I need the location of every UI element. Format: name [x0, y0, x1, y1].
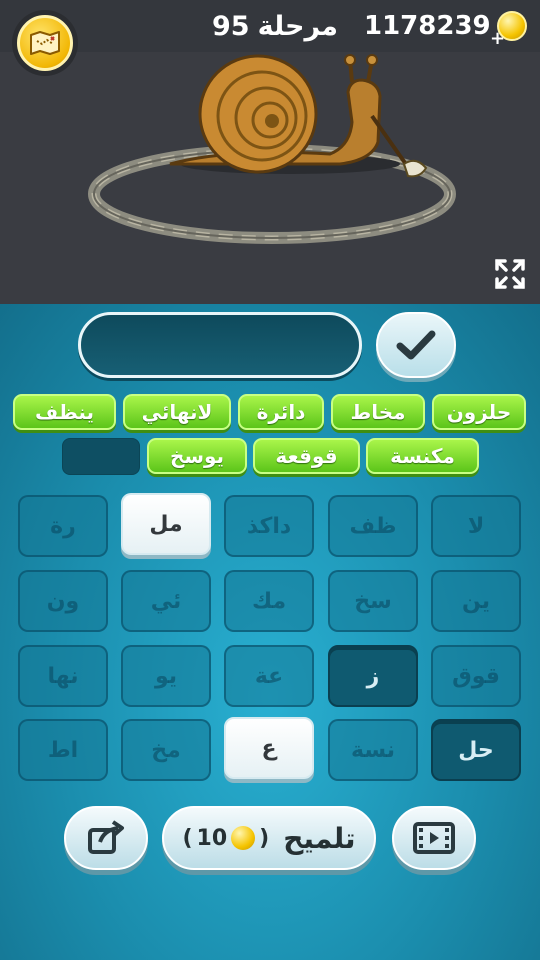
letter-tile[interactable]: ين — [431, 570, 521, 632]
film-icon — [413, 822, 455, 854]
level-indicator: مرحلة 95 — [212, 6, 338, 46]
hint-label: تلميح — [283, 821, 356, 855]
level-number: 95 — [212, 10, 250, 42]
letter-tile[interactable]: ون — [18, 570, 108, 632]
snail-illustration — [88, 54, 456, 244]
found-word: يوسخ — [147, 438, 247, 474]
found-word: مكنسة — [366, 438, 479, 474]
letter-tile[interactable]: سخ — [328, 570, 418, 632]
hint-cost-value: 10 — [196, 825, 228, 851]
letter-tile[interactable]: لا — [431, 495, 521, 557]
share-button[interactable] — [64, 806, 148, 870]
letter-tile[interactable]: مل — [121, 493, 211, 555]
found-word: ينظف — [13, 394, 116, 430]
check-icon — [396, 330, 436, 360]
map-icon — [17, 15, 73, 71]
letter-tile[interactable]: مك — [224, 570, 314, 632]
submit-button[interactable] — [376, 312, 456, 378]
answer-input[interactable] — [78, 312, 362, 378]
found-word: مخاط — [331, 394, 425, 430]
found-word: لانهائي — [123, 394, 231, 430]
letter-tile[interactable]: ع — [224, 717, 314, 779]
letter-tile[interactable]: حل — [431, 719, 521, 781]
letter-tile[interactable]: نسة — [328, 719, 418, 781]
letter-tile[interactable]: ظف — [328, 495, 418, 557]
watch-video-button[interactable] — [392, 806, 476, 870]
share-icon — [88, 820, 124, 854]
hint-cost: (10) — [182, 825, 270, 851]
puzzle-picture — [0, 52, 540, 304]
letter-tile[interactable]: اط — [18, 719, 108, 781]
add-coins-plus-icon[interactable]: + — [490, 28, 505, 49]
letter-tile[interactable]: يو — [121, 645, 211, 707]
letter-tile[interactable]: ئي — [121, 570, 211, 632]
empty-word-slot — [62, 438, 140, 475]
hint-button[interactable]: تلميح (10) — [162, 806, 376, 870]
letter-tile[interactable]: رة — [18, 495, 108, 557]
letter-tile[interactable]: نها — [18, 645, 108, 707]
expand-icon[interactable] — [494, 258, 526, 290]
found-word: دائرة — [238, 394, 324, 430]
letter-tile[interactable]: داكذ — [224, 495, 314, 557]
found-word: حلزون — [432, 394, 526, 430]
letter-tile[interactable]: مخ — [121, 719, 211, 781]
map-button[interactable] — [12, 10, 78, 76]
letter-tile[interactable]: عة — [224, 645, 314, 707]
letter-tile[interactable]: ز — [328, 645, 418, 707]
coin-count: 1178239 — [364, 11, 491, 41]
found-word: قوقعة — [253, 438, 360, 474]
level-label: مرحلة — [257, 10, 338, 42]
coin-icon — [231, 826, 256, 850]
letter-tile[interactable]: قوق — [431, 645, 521, 707]
